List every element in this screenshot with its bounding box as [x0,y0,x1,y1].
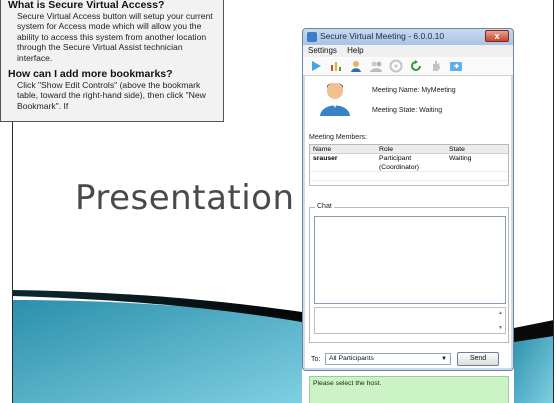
share-icon[interactable] [449,59,463,73]
recipient-value: All Participants [329,355,374,362]
meeting-state-label: Meeting State: [372,107,418,114]
slide-title: Presentation [75,178,295,218]
scroll-down-icon[interactable]: ▼ [498,325,503,331]
close-button[interactable]: x [485,30,509,42]
app-icon [307,32,317,42]
help-question-2: How can I add more bookmarks? [8,68,173,81]
meeting-name-label: Meeting Name: [372,87,420,94]
members-label: Meeting Members: [309,134,367,141]
meeting-state-value: Waiting [419,107,443,114]
members-table: Name Role State srauser Participant (Coo… [309,144,509,186]
menu-bar: Settings Help [303,45,513,57]
scroll-up-icon[interactable]: ▲ [498,310,503,316]
meeting-name-value: MyMeeting [421,87,456,94]
table-row-empty [310,172,508,181]
send-button[interactable]: Send [457,352,499,366]
chevron-down-icon[interactable]: ▼ [441,354,447,364]
chat-log[interactable] [314,216,506,304]
toolbar [303,57,513,76]
help-panel: What is Secure Virtual Access? Secure Vi… [0,0,224,122]
user-icon[interactable] [349,59,363,73]
meeting-window: Secure Virtual Meeting - 6.0.0.10 x Sett… [302,28,514,403]
members-table-header: Name Role State [310,145,508,154]
window-content: Meeting Name: MyMeeting Meeting State: W… [305,76,511,403]
chat-label: Chat [315,203,334,210]
help-answer-2: Click "Show Edit Controls" (above the bo… [17,80,206,111]
play-icon[interactable] [309,59,323,73]
recipient-select[interactable]: All Participants ▼ [325,353,451,365]
meeting-state-line: Meeting State: Waiting [372,107,442,114]
column-header-name[interactable]: Name [310,145,376,153]
help-answer-1: Secure Virtual Access button will setup … [17,11,213,63]
meeting-name-line: Meeting Name: MyMeeting [372,87,456,94]
window-titlebar[interactable]: Secure Virtual Meeting - 6.0.0.10 x [303,29,513,45]
menu-help[interactable]: Help [347,46,363,55]
chart-icon[interactable] [329,59,343,73]
column-header-state[interactable]: State [446,145,508,153]
status-message: Please select the host. [309,376,509,403]
member-name: srauser [313,155,338,162]
member-state: Waiting [449,155,472,162]
group-icon[interactable] [369,59,383,73]
menu-settings[interactable]: Settings [308,46,337,55]
window-title: Secure Virtual Meeting - 6.0.0.10 [320,31,445,41]
member-role: Participant (Coordinator) [379,155,420,171]
help-question-1: What is Secure Virtual Access? [8,0,165,11]
chat-group: Chat ▲ ▼ [309,203,509,343]
column-header-role[interactable]: Role [376,145,446,153]
hand-icon[interactable] [429,59,443,73]
table-row[interactable]: srauser Participant (Coordinator) Waitin… [310,154,508,171]
chat-input[interactable]: ▲ ▼ [314,307,506,334]
meeting-avatar-icon [320,83,350,116]
to-label: To: [311,356,321,363]
disc-icon[interactable] [389,59,403,73]
refresh-icon[interactable] [409,59,423,73]
